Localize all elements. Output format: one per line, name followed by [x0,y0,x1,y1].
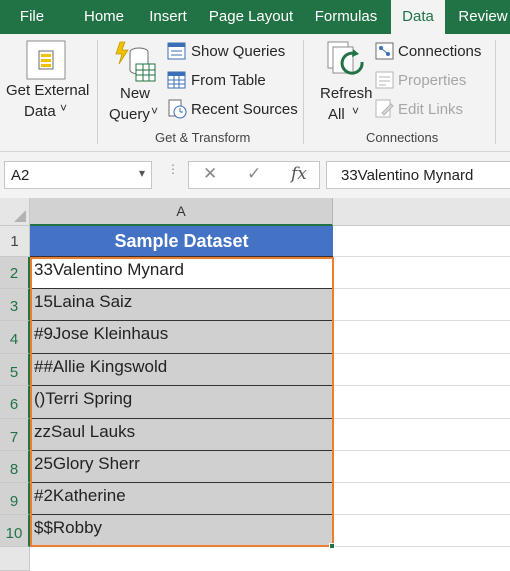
formula-buttons: ✕ ✓ fx [188,161,320,189]
data-cell[interactable]: zzSaul Lauks [30,419,333,451]
tab-review[interactable]: Review [451,0,510,34]
dataset-header-cell[interactable]: Sample Dataset [30,226,333,257]
ribbon-divider [303,40,304,144]
cancel-icon[interactable]: ✕ [203,164,217,184]
gridline [333,482,510,483]
refresh-all-label-2: All [328,106,345,123]
formula-bar: A2 ▾ ⋮ ✕ ✓ fx 33Valentino Mynard [0,152,510,198]
data-cell[interactable]: ()Terri Spring [30,386,333,419]
gridline [333,385,510,386]
from-table-label: From Table [191,72,266,89]
database-icon [26,40,66,80]
get-external-data-label-2: Data [24,103,56,120]
row-header[interactable]: 8 [0,451,30,483]
formula-value: 33Valentino Mynard [341,167,474,184]
get-transform-group-label: Get & Transform [155,130,251,145]
ribbon-divider [495,40,496,144]
get-external-data-label: Get External [6,82,90,99]
connections-icon [375,42,394,60]
ribbon-tab-bar: File Home Insert Page Layout Formulas Da… [0,0,510,34]
formula-bar-splitter[interactable]: ⋮ [167,163,179,175]
data-cell[interactable]: 15Laina Saiz [30,289,333,321]
chevron-down-icon: ˅ [60,101,68,115]
row-header[interactable]: 2 [0,257,30,289]
data-cell[interactable]: 25Glory Sherr [30,451,333,483]
fill-handle[interactable] [329,543,335,549]
row-header[interactable]: 5 [0,354,30,386]
row-header[interactable]: 3 [0,289,30,321]
new-query-label-2: Query [109,106,150,123]
data-cell[interactable]: 33Valentino Mynard [30,257,333,289]
refresh-icon [327,41,364,75]
chevron-down-icon[interactable]: ▾ [139,166,145,180]
recent-sources-icon [168,99,187,119]
row-header[interactable] [0,547,30,571]
formula-input[interactable]: 33Valentino Mynard [326,161,510,189]
edit-links-icon [375,99,394,118]
gridline [333,418,510,419]
enter-icon[interactable]: ✓ [247,164,261,184]
properties-icon [375,71,394,89]
row-header[interactable]: 9 [0,483,30,515]
ribbon-divider [97,40,98,144]
gridline [333,514,510,515]
recent-sources-label: Recent Sources [191,101,298,118]
refresh-all-label: Refresh [320,85,373,102]
name-box[interactable]: A2 ▾ [4,161,152,189]
column-header-empty [333,198,510,226]
tab-home[interactable]: Home [74,0,134,34]
gridline [333,288,510,289]
connections-group-label: Connections [366,130,439,145]
gridline [333,353,510,354]
show-queries-icon [167,42,186,60]
name-box-value: A2 [11,167,30,184]
select-all-button[interactable] [0,198,30,226]
chevron-down-icon: ˅ [352,104,360,118]
show-queries-label: Show Queries [191,43,286,60]
worksheet-grid: A 1 Sample Dataset 2 33Valentino Mynard … [0,198,510,571]
row-header[interactable]: 10 [0,515,30,547]
new-query-label: New [120,85,151,102]
row-header[interactable]: 4 [0,321,30,354]
insert-function-icon[interactable]: fx [291,164,307,184]
row-header[interactable]: 1 [0,226,30,257]
row-header[interactable]: 7 [0,419,30,451]
edit-links-label: Edit Links [398,101,464,118]
tab-data[interactable]: Data [391,0,445,34]
tab-insert[interactable]: Insert [140,0,196,34]
data-cell[interactable]: $$Robby [30,515,333,547]
new-query-icon [115,41,156,82]
gridline [333,320,510,321]
tab-page-layout[interactable]: Page Layout [204,0,298,34]
data-cell[interactable]: #9Jose Kleinhaus [30,321,333,354]
tab-file[interactable]: File [6,0,58,34]
column-header-a[interactable]: A [30,198,333,226]
ribbon-data: Get External Data ˅ New Query ˅ Show Que… [0,34,510,152]
data-cell[interactable]: #2Katherine [30,483,333,515]
gridline [333,546,510,547]
connections-label: Connections [398,43,482,60]
data-cell[interactable]: ##Allie Kingswold [30,354,333,386]
gridline [333,450,510,451]
properties-label: Properties [398,72,467,89]
chevron-down-icon: ˅ [151,104,159,118]
row-header[interactable]: 6 [0,386,30,419]
gridline [333,256,510,257]
tab-formulas[interactable]: Formulas [308,0,384,34]
table-icon [167,71,186,89]
